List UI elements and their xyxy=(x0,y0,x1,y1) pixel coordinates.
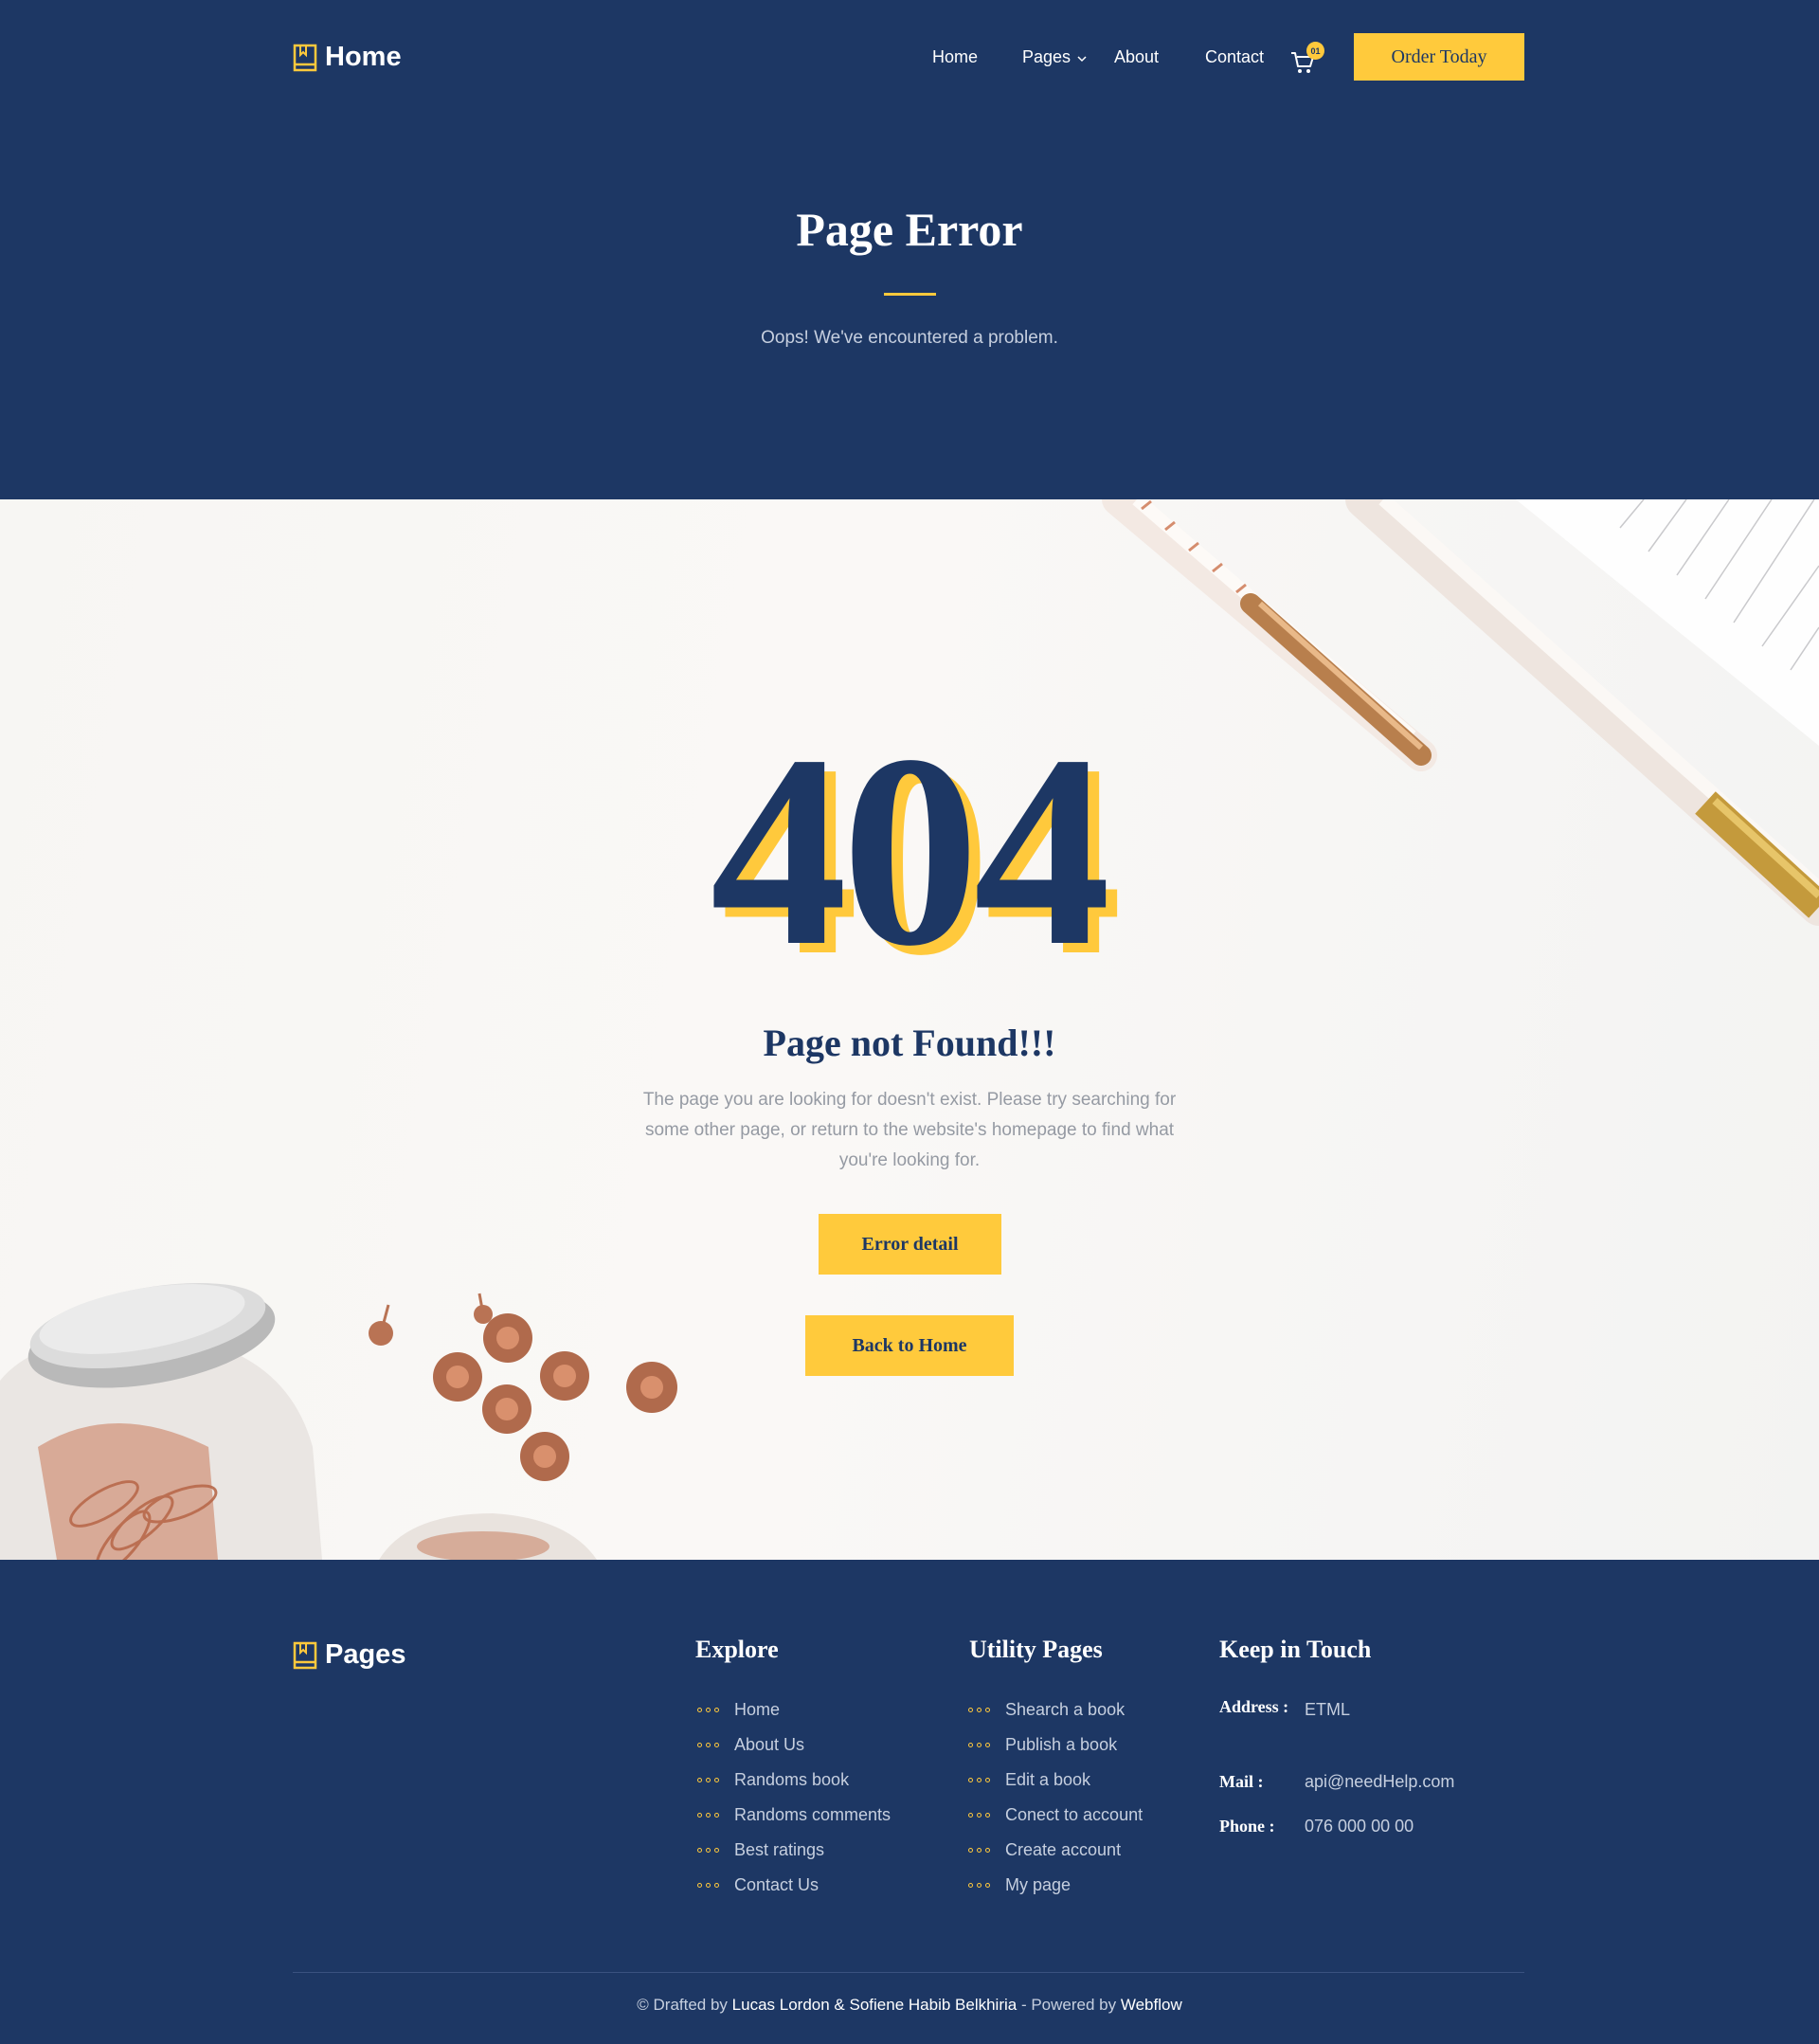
footer-link-randoms-book[interactable]: Randoms book xyxy=(697,1763,891,1798)
dots-icon xyxy=(968,1778,990,1782)
footer-link-label: Conect to account xyxy=(1005,1805,1144,1824)
footer-divider xyxy=(293,1972,1524,1973)
explore-links: Home About Us Randoms book Randoms comme… xyxy=(697,1692,891,1903)
address-value: ETML xyxy=(1305,1700,1351,1719)
footer-link-search-book[interactable]: Shearch a book xyxy=(968,1692,1143,1727)
dots-icon xyxy=(697,1708,719,1712)
footer-link-label: Best ratings xyxy=(734,1840,825,1859)
utility-heading: Utility Pages xyxy=(969,1636,1103,1663)
cart-count-badge: 01 xyxy=(1306,42,1324,60)
back-to-home-button[interactable]: Back to Home xyxy=(805,1315,1014,1376)
error-section: 404 404 Page not Found!!! The page you a… xyxy=(0,499,1819,1560)
footer-link-my-page[interactable]: My page xyxy=(968,1868,1143,1903)
book-icon xyxy=(293,44,317,71)
phone-value: 076 000 00 00 xyxy=(1305,1817,1414,1836)
dots-icon xyxy=(968,1813,990,1818)
nav-pages[interactable]: Pages xyxy=(1022,47,1087,67)
footer-link-publish-book[interactable]: Publish a book xyxy=(968,1727,1143,1763)
footer-link-label: Home xyxy=(734,1700,781,1719)
platform-link[interactable]: Webflow xyxy=(1121,1996,1182,2014)
dots-icon xyxy=(697,1848,719,1853)
footer-link-create-account[interactable]: Create account xyxy=(968,1833,1143,1868)
book-icon xyxy=(293,1641,317,1669)
footer-brand-name: Pages xyxy=(325,1639,406,1670)
footer-link-label: Create account xyxy=(1005,1840,1122,1859)
error-code: 404 xyxy=(711,736,1107,983)
footer-link-home[interactable]: Home xyxy=(697,1692,891,1727)
footer-link-about-us[interactable]: About Us xyxy=(697,1727,891,1763)
nav-home[interactable]: Home xyxy=(932,47,978,67)
contact-heading: Keep in Touch xyxy=(1219,1636,1372,1663)
author-2-link[interactable]: Sofiene Habib Belkhiria xyxy=(850,1996,1018,2014)
footer-link-connect-account[interactable]: Conect to account xyxy=(968,1798,1143,1833)
powered-by-text: - Powered by xyxy=(1020,1996,1117,2014)
copyright-icon: © xyxy=(637,1996,649,2014)
dots-icon xyxy=(968,1848,990,1853)
footer-link-best-ratings[interactable]: Best ratings xyxy=(697,1833,891,1868)
footer-link-label: My page xyxy=(1005,1875,1072,1894)
cart-button[interactable]: 01 xyxy=(1289,42,1324,78)
mail-link[interactable]: api@needHelp.com xyxy=(1305,1772,1454,1792)
nav-about[interactable]: About xyxy=(1114,47,1159,67)
nav-contact[interactable]: Contact xyxy=(1205,47,1264,67)
footer-link-label: Publish a book xyxy=(1005,1735,1118,1754)
footer-brand-logo[interactable]: Pages xyxy=(293,1639,405,1671)
error-title: Page not Found!!! xyxy=(763,1022,1056,1064)
mail-label: Mail : xyxy=(1219,1772,1264,1791)
phone-label: Phone : xyxy=(1219,1817,1275,1836)
drafted-by-text: Drafted by xyxy=(653,1996,728,2014)
footer-link-edit-book[interactable]: Edit a book xyxy=(968,1763,1143,1798)
dots-icon xyxy=(968,1883,990,1888)
author-1-link[interactable]: Lucas Lordon & xyxy=(732,1996,845,2014)
address-label: Address : xyxy=(1219,1697,1289,1716)
footer-link-label: About Us xyxy=(734,1735,805,1754)
order-today-button[interactable]: Order Today xyxy=(1354,33,1524,81)
page-title: Page Error xyxy=(796,203,1023,256)
dots-icon xyxy=(968,1743,990,1747)
copyright: © Drafted by Lucas Lordon & Sofiene Habi… xyxy=(0,1996,1819,2015)
footer-link-label: Randoms comments xyxy=(734,1805,891,1824)
dots-icon xyxy=(968,1708,990,1712)
dots-icon xyxy=(697,1743,719,1747)
explore-heading: Explore xyxy=(695,1636,779,1663)
error-code-graphic: 404 404 xyxy=(711,736,1124,983)
title-divider xyxy=(884,293,936,296)
chevron-down-icon xyxy=(1077,56,1087,63)
footer-link-label: Randoms book xyxy=(734,1770,850,1789)
dots-icon xyxy=(697,1778,719,1782)
error-detail-button[interactable]: Error detail xyxy=(819,1214,1001,1275)
footer-link-contact-us[interactable]: Contact Us xyxy=(697,1868,891,1903)
site-header: Home Home Pages About Contact 01 Order T… xyxy=(0,0,1819,114)
brand-logo[interactable]: Home xyxy=(293,42,402,73)
dots-icon xyxy=(697,1813,719,1818)
contact-phone: Phone : 076 000 00 00 xyxy=(1219,1817,1414,1836)
utility-links: Shearch a book Publish a book Edit a boo… xyxy=(968,1692,1143,1903)
dots-icon xyxy=(697,1883,719,1888)
contact-address: Address : ETML xyxy=(1219,1694,1350,1720)
nav-pages-label: Pages xyxy=(1022,47,1072,66)
footer-link-label: Contact Us xyxy=(734,1875,819,1894)
footer-link-label: Shearch a book xyxy=(1005,1700,1126,1719)
footer-link-randoms-comments[interactable]: Randoms comments xyxy=(697,1798,891,1833)
footer-link-label: Edit a book xyxy=(1005,1770,1091,1789)
error-description: The page you are looking for doesn't exi… xyxy=(642,1090,1177,1170)
brand-name: Home xyxy=(325,42,402,72)
contact-mail: Mail : api@needHelp.com xyxy=(1219,1772,1454,1792)
page-subtitle: Oops! We've encountered a problem. xyxy=(761,328,1058,348)
